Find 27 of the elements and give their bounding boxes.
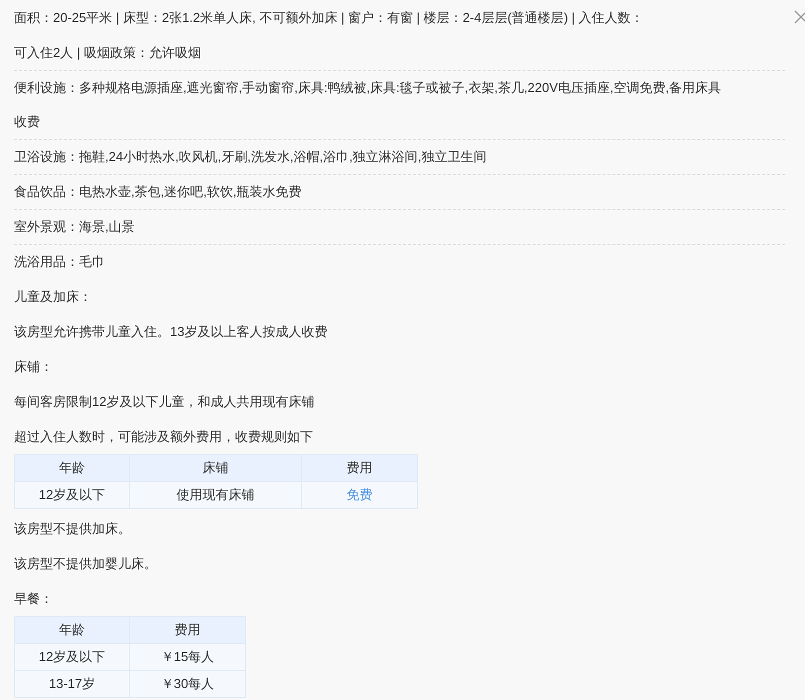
info-text: 床铺： xyxy=(14,359,53,374)
table-cell: 12岁及以下 xyxy=(14,644,130,670)
table-cell: 免费 xyxy=(302,482,418,508)
column-header: 费用 xyxy=(302,454,418,482)
info-text: 卫浴设施：拖鞋,24小时热水,吹风机,牙刷,洗发水,浴帽,浴巾,独立淋浴间,独立卫生间 xyxy=(14,148,486,166)
info-text: 超过入住人数时，可能涉及额外费用，收费规则如下 xyxy=(14,429,313,444)
info-text: 该房型允许携带儿童入住。13岁及以上客人按成人收费 xyxy=(14,324,328,339)
info-text: 早餐： xyxy=(14,591,53,606)
info-text: 食品饮品：电热水壶,茶包,迷你吧,软饮,瓶装水免费 xyxy=(14,183,302,201)
info-text: 面积：20-25平米 | 床型：2张1.2米单人床, 不可额外加床 | 窗户：有窗 | 楼层：2-4层层(普通楼层) | 入住人数：可入住2人 | 吸烟政策：允许吸烟 xyxy=(14,10,644,60)
info-text: 每间客房限制12岁及以下儿童，和成人共用现有床铺 xyxy=(14,394,314,409)
table-cell: 使用现有床铺 xyxy=(130,482,302,508)
table-cell: 12岁及以下 xyxy=(14,482,130,508)
info-text: 儿童及加床： xyxy=(14,289,92,304)
column-header: 床铺 xyxy=(130,454,302,482)
info-text: 洗浴用品：毛巾 xyxy=(14,253,105,271)
info-text: 该房型不提供加婴儿床。 xyxy=(14,556,157,571)
table-cell: ￥15每人 xyxy=(130,644,246,670)
column-header: 年龄 xyxy=(14,616,130,644)
table-cell: ￥30每人 xyxy=(130,670,246,698)
info-text: 室外景观：海景,山景 xyxy=(14,218,135,236)
column-header: 费用 xyxy=(130,616,246,644)
table-cell: 13-17岁 xyxy=(14,670,130,698)
close-icon[interactable] xyxy=(794,10,805,24)
info-text: 该房型不提供加床。 xyxy=(14,521,131,536)
column-header: 年龄 xyxy=(14,454,130,482)
info-text: 便利设施：多种规格电源插座,遮光窗帘,手动窗帘,床具:鸭绒被,床具:毯子或被子,衣架,茶几,220V电压插座,空调免费,备用床具收费 xyxy=(14,79,722,131)
